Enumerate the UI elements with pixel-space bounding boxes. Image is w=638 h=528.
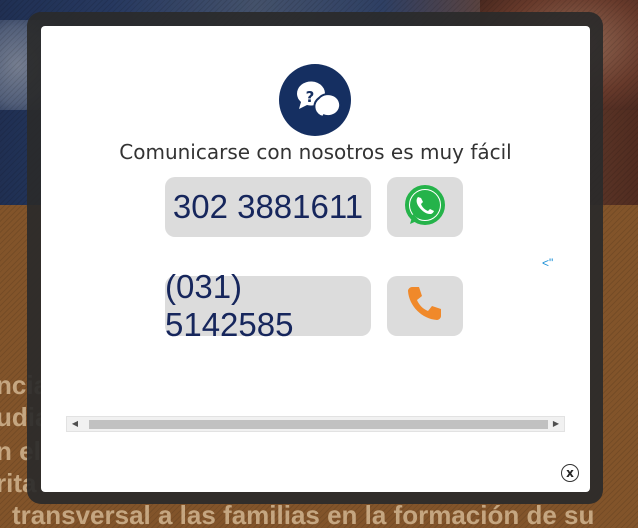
- close-icon: x: [566, 466, 574, 480]
- scroll-right-icon[interactable]: ▶: [548, 417, 564, 431]
- phone-number-button[interactable]: (031) 5142585: [165, 268, 371, 343]
- modal-heading: Comunicarse con nosotros es muy fácil: [119, 140, 512, 164]
- scroll-left-icon[interactable]: ◀: [67, 417, 83, 431]
- svg-text:?: ?: [306, 88, 315, 106]
- whatsapp-number-button[interactable]: 302 3881611: [165, 177, 371, 237]
- chat-help-icon: ?: [279, 64, 351, 136]
- whatsapp-icon: [402, 182, 448, 233]
- horizontal-scrollbar[interactable]: ◀ ▶: [66, 416, 565, 432]
- scrollbar-thumb[interactable]: [89, 420, 548, 429]
- contact-modal: ? Comunicarse con nosotros es muy fácil …: [41, 26, 590, 492]
- phone-icon: [404, 283, 446, 330]
- whatsapp-button[interactable]: [387, 177, 463, 237]
- close-button[interactable]: x: [561, 464, 579, 482]
- background-text-line: transversal a las familias en la formaci…: [12, 500, 595, 528]
- side-link[interactable]: <": [542, 256, 553, 270]
- call-button[interactable]: [387, 276, 463, 336]
